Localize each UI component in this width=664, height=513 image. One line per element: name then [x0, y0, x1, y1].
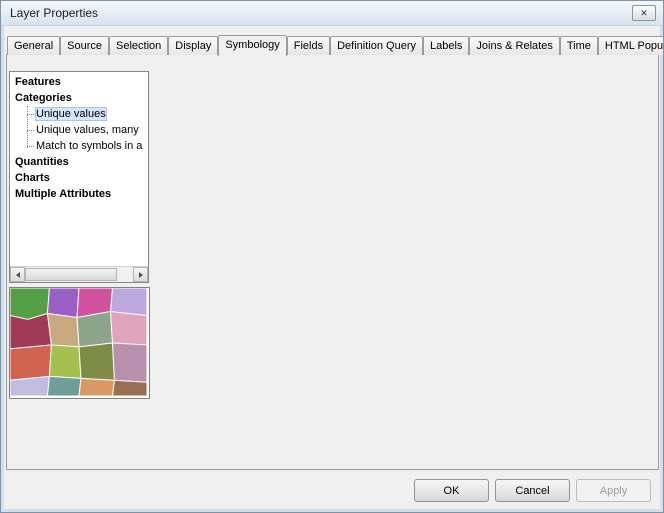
titlebar[interactable]: Layer Properties ✕ [1, 1, 663, 26]
tab-fields[interactable]: Fields [287, 36, 330, 55]
tree-hscrollbar[interactable] [10, 266, 148, 282]
tree-item-features[interactable]: Features [10, 74, 148, 90]
map-preview [9, 287, 150, 399]
tab-source[interactable]: Source [60, 36, 109, 55]
tab-html-popup[interactable]: HTML Popup [598, 36, 664, 55]
scroll-track[interactable] [117, 267, 133, 282]
tree-item-categories[interactable]: Categories [10, 90, 148, 106]
cancel-button[interactable]: Cancel [495, 479, 570, 502]
scroll-left-icon[interactable] [10, 267, 25, 282]
apply-button[interactable]: Apply [576, 479, 651, 502]
tab-time[interactable]: Time [560, 36, 598, 55]
tab-strip: General Source Selection Display Symbolo… [7, 34, 664, 55]
layer-properties-dialog: Layer Properties ✕ General Source Select… [0, 0, 664, 513]
tree-item-quantities[interactable]: Quantities [10, 154, 148, 170]
ok-button[interactable]: OK [414, 479, 489, 502]
window-title: Layer Properties [10, 6, 98, 20]
close-button[interactable]: ✕ [632, 5, 656, 21]
scroll-thumb[interactable] [25, 268, 117, 281]
tab-joins-relates[interactable]: Joins & Relates [469, 36, 559, 55]
tree-item-match-symbols[interactable]: Match to symbols in a [10, 138, 148, 154]
tree-item-unique-values[interactable]: Unique values [10, 106, 148, 122]
tab-general[interactable]: General [7, 36, 60, 55]
tree-item-charts[interactable]: Charts [10, 170, 148, 186]
map-svg [10, 288, 147, 396]
tab-symbology[interactable]: Symbology [218, 35, 286, 56]
tab-selection[interactable]: Selection [109, 36, 168, 55]
show-tree: Features Categories Unique values Unique… [9, 71, 149, 283]
tab-display[interactable]: Display [168, 36, 218, 55]
tab-definition-query[interactable]: Definition Query [330, 36, 423, 55]
close-icon: ✕ [640, 8, 648, 18]
tab-labels[interactable]: Labels [423, 36, 469, 55]
scroll-right-icon[interactable] [133, 267, 148, 282]
tree-item-unique-values-many[interactable]: Unique values, many [10, 122, 148, 138]
tree-item-multiple-attributes[interactable]: Multiple Attributes [10, 186, 148, 202]
